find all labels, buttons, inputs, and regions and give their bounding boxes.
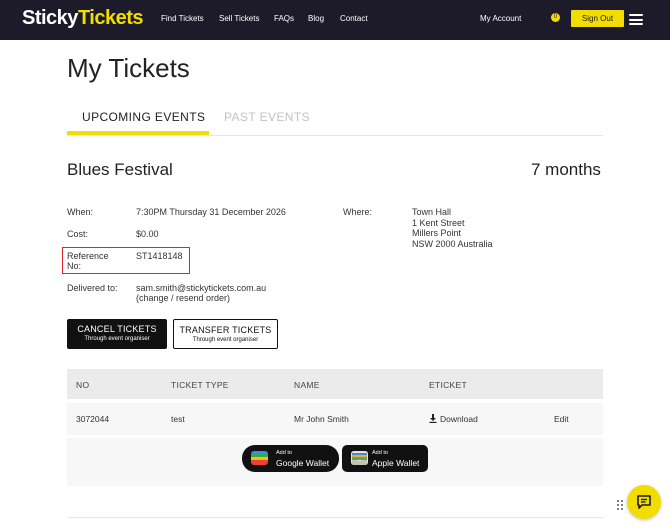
- table-row: 3072044 test Mr John Smith Download Edit: [67, 403, 603, 435]
- wallet-row: Add to Google Wallet Add to Apple Wallet: [67, 438, 603, 486]
- edit-ticket-link[interactable]: Edit: [554, 414, 569, 424]
- venue-line: 1 Kent Street: [412, 217, 465, 228]
- nav-find-tickets[interactable]: Find Tickets: [161, 14, 204, 23]
- delivered-label: Delivered to:: [67, 283, 118, 293]
- venue-line: NSW 2000 Australia: [412, 238, 493, 249]
- cancel-tickets-label: CANCEL TICKETS: [77, 324, 157, 334]
- add-to-apple-wallet-button[interactable]: Add to Apple Wallet: [342, 445, 428, 472]
- event-relative-time: 7 months: [531, 160, 601, 179]
- google-wallet-label: Google Wallet: [276, 458, 330, 468]
- apple-wallet-small-label: Add to: [372, 450, 388, 456]
- column-header-ticket-type: TICKET TYPE: [171, 380, 229, 390]
- tabs-divider: [67, 135, 603, 136]
- page-title: My Tickets: [67, 53, 190, 83]
- google-wallet-small-label: Add to: [276, 450, 292, 456]
- tab-past-events[interactable]: PAST EVENTS: [224, 110, 310, 124]
- download-eticket-link[interactable]: Download: [429, 414, 478, 424]
- chat-icon: [637, 495, 651, 509]
- sign-out-button[interactable]: Sign Out: [571, 10, 624, 27]
- cost-label: Cost:: [67, 229, 89, 239]
- download-icon: [429, 414, 437, 423]
- column-header-no: NO: [76, 380, 90, 390]
- when-label: When:: [67, 207, 94, 217]
- logo-part-2: Tickets: [77, 7, 144, 29]
- transfer-tickets-button[interactable]: TRANSFER TICKETS Through event organiser: [173, 319, 278, 349]
- nav-sell-tickets[interactable]: Sell Tickets: [219, 14, 259, 23]
- table-header: NO TICKET TYPE NAME ETICKET: [67, 369, 603, 399]
- venue-line: Millers Point: [412, 228, 462, 238]
- drag-handle-icon[interactable]: [616, 498, 624, 510]
- reference-label-line-1: Reference: [67, 251, 109, 261]
- apple-wallet-label: Apple Wallet: [372, 458, 420, 468]
- add-to-google-wallet-button[interactable]: Add to Google Wallet: [242, 445, 339, 472]
- chat-button[interactable]: [627, 485, 661, 519]
- cart-count-badge[interactable]: 0: [551, 13, 560, 22]
- top-navbar: StickyTickets Find Tickets Sell Tickets …: [0, 0, 670, 40]
- bottom-divider: [67, 517, 603, 518]
- column-header-name: NAME: [294, 380, 320, 390]
- column-header-eticket: ETICKET: [429, 380, 467, 390]
- nav-blog[interactable]: Blog: [308, 14, 324, 23]
- transfer-tickets-label: TRANSFER TICKETS: [179, 325, 272, 335]
- cost-value: $0.00: [136, 229, 159, 239]
- hamburger-icon[interactable]: [629, 14, 643, 25]
- logo-part-1: Sticky: [22, 7, 78, 29]
- event-title: Blues Festival: [67, 160, 173, 179]
- nav-my-account[interactable]: My Account: [480, 14, 521, 23]
- google-wallet-icon: [251, 451, 268, 465]
- ticket-holder-name: Mr John Smith: [294, 414, 349, 424]
- apple-wallet-icon: [351, 451, 368, 465]
- change-resend-order-link[interactable]: (change / resend order): [136, 293, 230, 304]
- where-label: Where:: [343, 207, 373, 217]
- logo[interactable]: StickyTickets: [22, 7, 144, 30]
- ticket-type: test: [171, 414, 185, 424]
- active-tab-indicator: [67, 131, 209, 135]
- cancel-tickets-button[interactable]: CANCEL TICKETS Through event organiser: [67, 319, 167, 349]
- download-label: Download: [440, 414, 478, 424]
- nav-contact[interactable]: Contact: [340, 14, 368, 23]
- ticket-number: 3072044: [76, 414, 110, 424]
- when-value: 7:30PM Thursday 31 December 2026: [136, 207, 286, 217]
- cancel-tickets-sublabel: Through event organiser: [84, 336, 150, 342]
- venue-line: Town Hall: [412, 207, 452, 217]
- reference-label-line-2: No:: [67, 261, 82, 271]
- delivered-email: sam.smith@stickytickets.com.au: [136, 283, 267, 293]
- transfer-tickets-sublabel: Through event organiser: [192, 337, 259, 343]
- reference-value: ST1418148: [136, 251, 183, 261]
- nav-faqs[interactable]: FAQs: [274, 14, 294, 23]
- tab-upcoming-events[interactable]: UPCOMING EVENTS: [82, 110, 205, 124]
